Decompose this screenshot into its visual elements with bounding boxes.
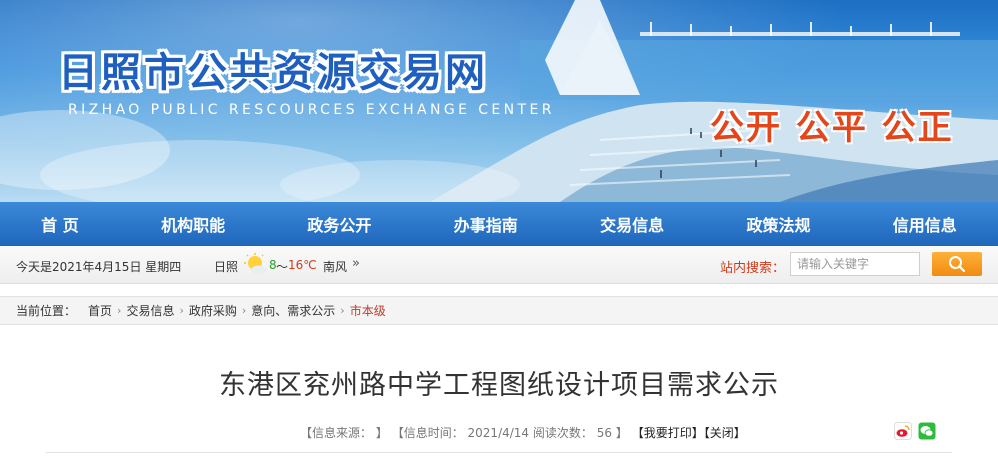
wind-direction: 南风	[323, 260, 348, 274]
nav-item-home[interactable]: 首 页	[31, 212, 89, 236]
meta-views-value: 56	[596, 426, 613, 440]
breadcrumb: 当前位置： 首页 › 交易信息 › 政府采购 › 意向、需求公示 › 市本级	[0, 296, 998, 325]
site-search-button[interactable]	[932, 252, 982, 276]
article-meta-line: 【信息来源： 】 【信息时间： 2021/4/14 阅读次数： 56 】 【我要…	[300, 424, 746, 441]
nav-item-policy[interactable]: 政策法规	[736, 212, 820, 236]
header-banner: 日照市公共资源交易网 RIZHAO PUBLIC RESCOURCES EXCH…	[0, 0, 998, 202]
search-icon	[949, 256, 966, 273]
nav-item-government-affairs[interactable]: 政务公开	[297, 212, 381, 236]
nav-item-guide[interactable]: 办事指南	[444, 212, 528, 236]
breadcrumb-separator: ›	[340, 304, 345, 317]
meta-source-close: 】	[375, 426, 388, 440]
weather-more-link[interactable]: »	[352, 256, 360, 271]
print-link[interactable]: 【我要打印】	[632, 426, 704, 440]
temperature-high: 16℃	[288, 258, 317, 272]
current-date: 今天是2021年4月15日 星期四	[16, 260, 182, 274]
breadcrumb-label: 当前位置：	[16, 304, 77, 318]
site-subtitle: RIZHAO PUBLIC RESCOURCES EXCHANGE CENTER	[68, 102, 555, 118]
meta-time-value: 2021/4/14	[467, 426, 530, 440]
site-slogan: 公开 公平 公正	[710, 108, 954, 148]
nav-item-trade-info[interactable]: 交易信息	[590, 212, 674, 236]
close-link[interactable]: 【关闭】	[704, 426, 746, 440]
breadcrumb-item-intent-notice[interactable]: 意向、需求公示	[251, 302, 335, 319]
breadcrumb-item-current[interactable]: 市本级	[350, 302, 386, 319]
meta-source-label: 【信息来源：	[300, 426, 373, 440]
nav-item-credit[interactable]: 信用信息	[883, 212, 967, 236]
meta-divider	[46, 452, 952, 453]
breadcrumb-item-home[interactable]: 首页	[88, 302, 112, 319]
nav-item-organization[interactable]: 机构职能	[151, 212, 235, 236]
info-bar: 今天是2021年4月15日 星期四 日照 8 ～ 16℃ 南风 » 站内搜索：	[0, 246, 998, 284]
meta-time-label: 【信息时间：	[391, 426, 464, 440]
site-search-label: 站内搜索：	[720, 261, 786, 276]
breadcrumb-separator: ›	[241, 304, 247, 317]
temperature-separator: ～	[276, 260, 289, 274]
site-search-input[interactable]	[790, 252, 920, 276]
main-nav: 首 页 机构职能 政务公开 办事指南 交易信息 政策法规 信用信息	[0, 202, 998, 246]
meta-views-label: 阅读次数：	[532, 426, 593, 440]
weibo-icon[interactable]	[894, 422, 912, 440]
breadcrumb-separator: ›	[117, 304, 122, 317]
weather-city: 日照	[214, 260, 239, 274]
sun-cloud-icon	[244, 253, 268, 278]
wechat-icon[interactable]	[918, 422, 936, 440]
article-title: 东港区兖州路中学工程图纸设计项目需求公示	[219, 370, 779, 401]
article-meta: 【信息来源： 】 【信息时间： 2021/4/14 阅读次数： 56 】 【我要…	[0, 422, 998, 448]
breadcrumb-separator: ›	[179, 304, 184, 317]
meta-views-close: 】	[615, 426, 628, 440]
site-title: 日照市公共资源交易网	[58, 50, 488, 96]
breadcrumb-item-procurement[interactable]: 政府采购	[189, 302, 237, 319]
breadcrumb-item-trade-info[interactable]: 交易信息	[126, 302, 174, 319]
